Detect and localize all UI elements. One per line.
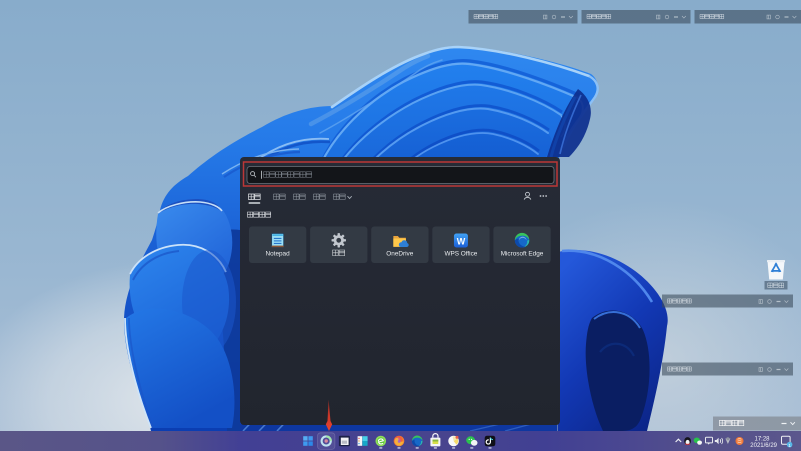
svg-text:Microsoft Edge: Microsoft Edge (501, 251, 544, 258)
svg-text:OneDrive: OneDrive (386, 251, 413, 258)
svg-text:Notepad: Notepad (266, 251, 291, 258)
svg-text:WPS Office: WPS Office (444, 251, 477, 258)
svg-text:2021/6/29: 2021/6/29 (750, 443, 777, 449)
svg-text:W: W (457, 237, 466, 247)
svg-text:17:28: 17:28 (754, 436, 770, 442)
svg-text:1: 1 (788, 443, 791, 448)
